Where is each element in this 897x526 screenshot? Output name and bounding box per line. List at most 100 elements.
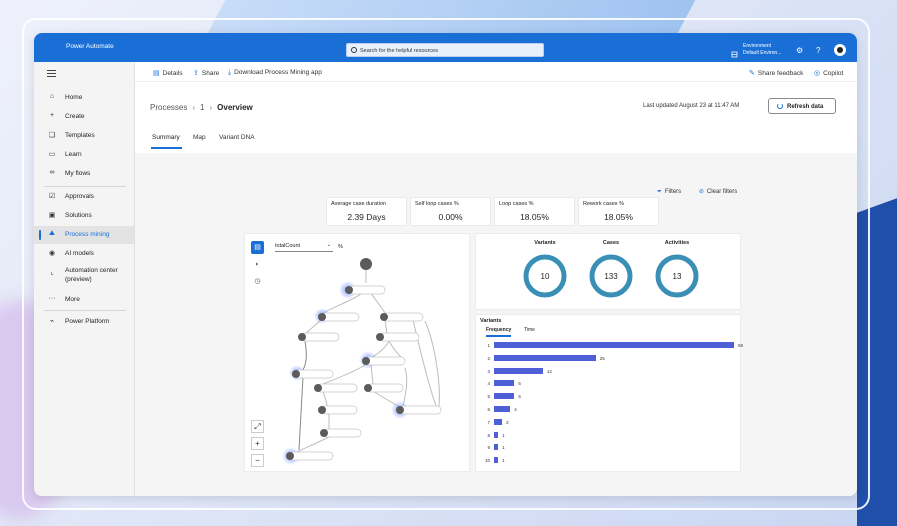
variant-bar[interactable] <box>494 342 734 348</box>
sidebar-item-label: Approvals <box>65 193 94 200</box>
sidebar-item-home[interactable]: ⌂ Home <box>34 89 134 107</box>
sidebar-item-automation-center[interactable]: ⌞ Automation center (preview) <box>34 264 134 290</box>
refresh-data-button[interactable]: Refresh data <box>768 98 836 114</box>
kpi-self-loop-cases: Self loop cases % 0.00% <box>410 197 491 226</box>
process-map-graph[interactable] <box>245 234 471 473</box>
refresh-label: Refresh data <box>787 104 824 110</box>
sidebar-item-learn[interactable]: ▭ Learn <box>34 146 134 164</box>
download-app-button[interactable]: ⤓ Download Process Mining app <box>228 69 322 77</box>
variant-bar[interactable] <box>494 431 499 438</box>
zoom-fit-button[interactable]: ⤢ <box>251 420 264 433</box>
sidebar-item-power-platform[interactable]: ⌁ Power Platform <box>34 313 134 331</box>
main-content: Processes › 1 › Overview Last updated August… <box>135 83 857 496</box>
copilot-label: Copilot <box>823 70 844 77</box>
filters-button[interactable]: ⏷ Filters <box>657 189 689 195</box>
top-bar: Power Automate Search for the helpful re… <box>34 33 857 62</box>
sidebar-item-my-flows[interactable]: ∞ My flows <box>34 165 134 183</box>
stat-value-activities: 13 <box>672 272 682 281</box>
variant-bar[interactable] <box>494 367 543 374</box>
variants-panel: Variants Frequency Time 1 59 2 25 3 12 4 5 5 5 6 4 7… <box>475 314 743 472</box>
variant-bar-value: 5 <box>518 381 521 387</box>
hamburger-menu-icon[interactable] <box>47 70 56 79</box>
page-title: Overview <box>217 103 253 112</box>
stat-value-cases: 133 <box>604 272 618 281</box>
percent-toggle[interactable]: % <box>338 244 343 250</box>
kpi-title: Loop cases % <box>499 201 534 207</box>
sidebar-item-label: Templates <box>65 132 95 139</box>
sidebar-item-approvals[interactable]: ☑ Approvals <box>34 188 134 206</box>
zoom-out-button[interactable]: − <box>251 454 264 467</box>
tab-time[interactable]: Time <box>524 327 535 333</box>
environment-picker[interactable]: Environment Default Environ... <box>743 43 781 56</box>
tab-summary[interactable]: Summary <box>151 134 182 149</box>
tab-frequency[interactable]: Frequency <box>486 327 512 337</box>
sidebar-item-more[interactable]: ··· More <box>34 291 134 309</box>
variant-bar[interactable] <box>494 406 511 412</box>
copilot-button[interactable]: ◎ Copilot <box>814 69 843 77</box>
feedback-icon: ✎ <box>749 70 755 77</box>
process-map-panel: ▤ ◐ ◷ totalCount ⌄ % ⤢ + − <box>244 233 470 472</box>
settings-gear-icon[interactable]: ⚙ <box>796 46 803 55</box>
sidebar-item-label: AI models <box>65 250 94 257</box>
variant-bar-value: 25 <box>599 355 605 361</box>
variant-bar[interactable] <box>494 380 515 387</box>
variant-number: 6 <box>487 407 490 412</box>
ai-models-icon: ◉ <box>48 250 56 257</box>
search-placeholder: Search for the helpful resources <box>360 48 438 54</box>
flows-icon: ∞ <box>49 169 55 176</box>
breadcrumb-processes[interactable]: Processes <box>150 103 187 112</box>
variant-bar[interactable] <box>494 393 515 400</box>
sidebar-item-templates[interactable]: ❏ Templates <box>34 127 134 145</box>
variant-number: 8 <box>487 432 490 438</box>
plus-icon: + <box>49 112 55 119</box>
variant-bar[interactable] <box>494 418 503 425</box>
variant-bar[interactable] <box>494 354 596 361</box>
clear-filters-button[interactable]: ⊘ Clear filters <box>699 189 745 195</box>
kpi-value: 2.39 Days <box>347 212 386 222</box>
command-bar: ▤ Details ⇪ Share ⤓ Download Process Mining… <box>135 62 857 82</box>
sidebar-item-label: Automation center (preview) <box>65 267 118 283</box>
kpi-value: 0.00% <box>438 212 463 222</box>
filter-icon: ⏷ <box>657 189 662 195</box>
share-feedback-button[interactable]: ✎ Share feedback <box>749 69 803 77</box>
details-icon: ▤ <box>153 70 160 77</box>
app-window: Power Automate Search for the helpful re… <box>34 33 857 496</box>
variant-bar[interactable] <box>494 444 499 451</box>
variant-number: 5 <box>487 394 490 400</box>
help-icon[interactable]: ? <box>816 46 820 55</box>
app-title[interactable]: Power Automate <box>66 43 114 50</box>
variant-bar-value: 2 <box>506 419 509 425</box>
breadcrumb-process[interactable]: 1 <box>200 103 204 112</box>
chevron-right-icon: › <box>209 103 213 112</box>
metric-dropdown[interactable]: totalCount ⌄ <box>275 242 333 252</box>
variant-number: 2 <box>487 355 490 361</box>
variant-bar-value: 1 <box>502 458 505 464</box>
tab-map[interactable]: Map <box>193 134 206 141</box>
metric-selected-value: totalCount <box>275 243 301 249</box>
share-button[interactable]: ⇪ Share <box>193 69 219 77</box>
map-layout-icon[interactable]: ◐ <box>251 258 264 271</box>
kpi-average-case-duration: Average case duration 2.39 Days <box>326 197 407 226</box>
variant-number: 3 <box>487 368 490 374</box>
stat-value-variants: 10 <box>540 272 550 281</box>
sidebar-item-process-mining[interactable]: ⛰ Process mining <box>34 226 134 244</box>
sidebar-item-solutions[interactable]: ▣ Solutions <box>34 207 134 225</box>
avatar[interactable] <box>834 44 846 56</box>
search-input[interactable]: Search for the helpful resources <box>346 43 544 57</box>
sidebar-item-label: More <box>65 296 80 303</box>
details-label: Details <box>162 70 183 77</box>
map-view-icon[interactable]: ▤ <box>251 241 264 254</box>
sidebar-item-label: My flows <box>65 170 91 177</box>
sidebar-item-ai-models[interactable]: ◉ AI models <box>34 245 134 263</box>
kpi-title: Self loop cases % <box>415 201 459 207</box>
variant-number: 9 <box>487 445 490 451</box>
map-time-icon[interactable]: ◷ <box>251 275 264 288</box>
details-button[interactable]: ▤ Details <box>153 69 183 77</box>
filters-label: Filters <box>664 189 682 195</box>
sidebar-item-create[interactable]: + Create <box>34 108 134 126</box>
tab-variant-dna[interactable]: Variant DNA <box>219 134 255 141</box>
zoom-in-button[interactable]: + <box>251 437 264 450</box>
variant-bar[interactable] <box>494 457 499 464</box>
variant-bar-value: 12 <box>546 368 552 374</box>
sidebar-item-label: Learn <box>65 151 82 158</box>
